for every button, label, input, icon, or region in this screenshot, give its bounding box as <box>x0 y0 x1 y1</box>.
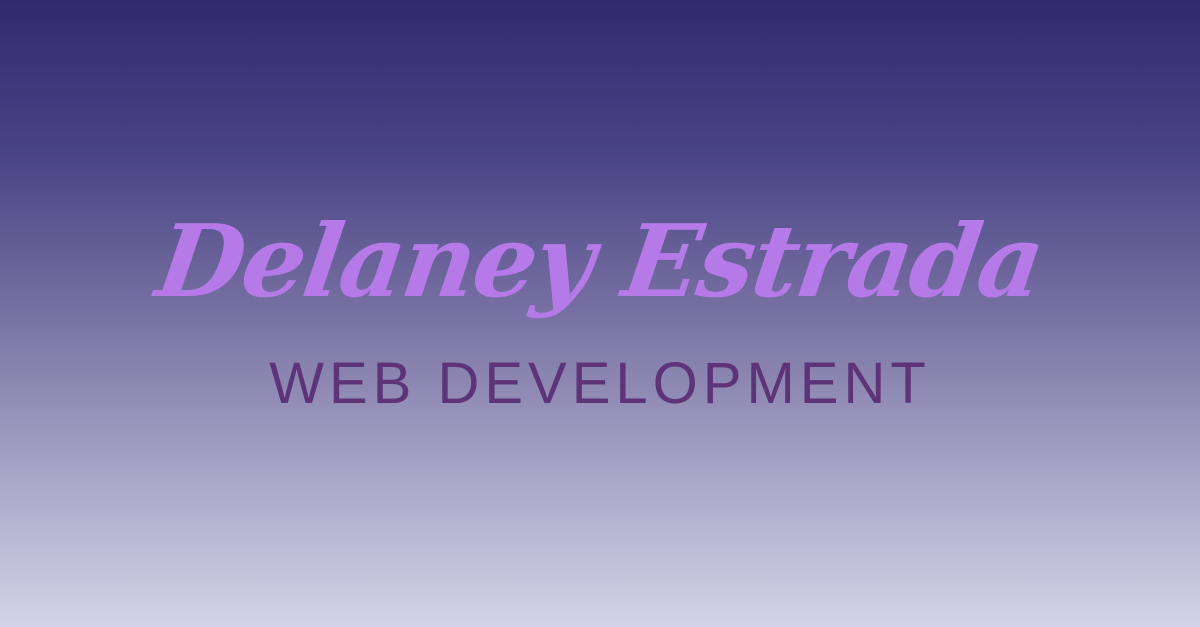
brand-logo: Delaney Estrada WEB DEVELOPMENT <box>0 0 1200 627</box>
brand-tagline: WEB DEVELOPMENT <box>269 351 931 416</box>
brand-name: Delaney Estrada <box>150 202 1050 320</box>
banner-background: Delaney Estrada WEB DEVELOPMENT <box>0 0 1200 627</box>
